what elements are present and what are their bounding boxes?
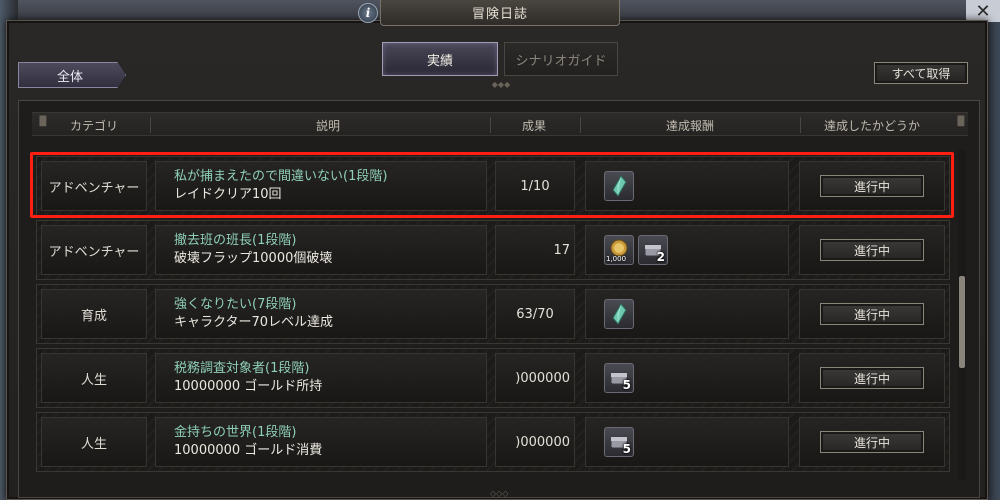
row-category: 人生 [41, 353, 147, 403]
achievement-requirement: 10000000 ゴールド消費 [174, 443, 323, 458]
header-description: 説明 [316, 119, 341, 133]
header-separator [800, 117, 801, 133]
tab-scenario-guide[interactable]: シナリオガイド [504, 42, 618, 76]
info-icon[interactable]: i [358, 3, 378, 23]
header-right-cap-icon: ▐▌ [954, 117, 968, 127]
row-status: 進行中 [799, 353, 945, 403]
reward-count: 5 [622, 378, 631, 392]
chest-icon[interactable]: 5 [604, 427, 634, 457]
table-row[interactable]: 人生 金持ちの世界(1段階) 10000000 ゴールド消費 )000000 5… [36, 412, 950, 472]
row-description: 金持ちの世界(1段階) 10000000 ゴールド消費 [155, 417, 487, 467]
row-description: 撤去班の班長(1段階) 破壊フラップ10000個破壊 [155, 225, 487, 275]
header-reward: 達成報酬 [666, 119, 715, 133]
in-progress-button[interactable]: 進行中 [820, 367, 924, 389]
header-separator [490, 117, 491, 133]
receive-all-button[interactable]: すべて取得 [874, 62, 968, 84]
table-row[interactable]: アドベンチャー 撤去班の班長(1段階) 破壊フラップ10000個破壊 17 1,… [36, 220, 950, 280]
table-header: ▐▌ カテゴリ 説明 成果 達成報酬 達成したかどうか ▐▌ [32, 112, 968, 136]
row-category: 人生 [41, 417, 147, 467]
row-rewards: 5 [585, 353, 789, 403]
reward-amount: 1,000 [606, 255, 627, 263]
category-filter-button[interactable]: 全体 [18, 62, 126, 88]
achievement-requirement: 10000000 ゴールド所持 [174, 379, 323, 394]
close-icon[interactable]: ✕ [966, 0, 1000, 22]
achievement-requirement: キャラクター70レベル達成 [174, 315, 334, 330]
in-progress-button[interactable]: 進行中 [820, 431, 924, 453]
row-description: 税務調査対象者(1段階) 10000000 ゴールド所持 [155, 353, 487, 403]
crystal-icon[interactable] [604, 299, 634, 329]
row-progress: 63/70 [495, 289, 575, 339]
scrollbar-thumb[interactable] [959, 276, 965, 368]
header-status: 達成したかどうか [824, 119, 921, 133]
header-separator [150, 117, 151, 133]
header-left-cap-icon: ▐▌ [36, 117, 50, 127]
in-progress-button[interactable]: 進行中 [820, 239, 924, 261]
row-rewards [585, 289, 789, 339]
bottom-ornament: ◇◇◇ [490, 489, 509, 498]
gold-coin-icon[interactable]: 1,000 [604, 235, 634, 265]
row-progress: )000000 [495, 353, 575, 403]
journal-tabs: 実績 シナリオガイド [382, 42, 618, 76]
tab-achievements[interactable]: 実績 [382, 42, 498, 76]
window-title: 冒険日誌 [380, 0, 620, 26]
table-row[interactable]: 人生 税務調査対象者(1段階) 10000000 ゴールド所持 )000000 … [36, 348, 950, 408]
achievement-title: 強くなりたい(7段階) [174, 297, 297, 312]
reward-count: 2 [656, 250, 665, 264]
row-category: アドベンチャー [41, 225, 147, 275]
row-progress: 17 [495, 225, 575, 275]
chest-icon[interactable]: 2 [638, 235, 668, 265]
row-progress: )000000 [495, 417, 575, 467]
row-status: 進行中 [799, 289, 945, 339]
row-description: 強くなりたい(7段階) キャラクター70レベル達成 [155, 289, 487, 339]
row-rewards: 1,000 2 [585, 225, 789, 275]
reward-count: 5 [622, 442, 631, 456]
achievement-title: 金持ちの世界(1段階) [174, 425, 297, 440]
row-category: 育成 [41, 289, 147, 339]
header-progress: 成果 [522, 119, 547, 133]
header-separator [580, 117, 581, 133]
tab-divider-ornament: ◆◆◆ [491, 80, 511, 89]
row-status: 進行中 [799, 225, 945, 275]
achievement-title: 税務調査対象者(1段階) [174, 361, 310, 376]
chest-icon[interactable]: 5 [604, 363, 634, 393]
in-progress-button[interactable]: 進行中 [820, 303, 924, 325]
achievement-requirement: 破壊フラップ10000個破壊 [174, 251, 333, 266]
row-status: 進行中 [799, 417, 945, 467]
row-rewards: 5 [585, 417, 789, 467]
highlight-box [30, 152, 954, 218]
header-category: カテゴリ [70, 119, 119, 133]
achievement-title: 撤去班の班長(1段階) [174, 233, 297, 248]
table-row[interactable]: 育成 強くなりたい(7段階) キャラクター70レベル達成 63/70 進行中 [36, 284, 950, 344]
